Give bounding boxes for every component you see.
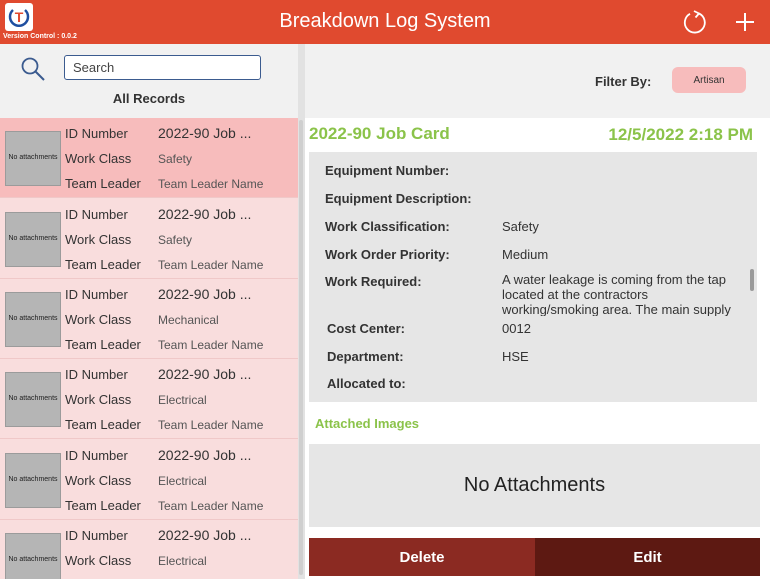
records-list[interactable]: No attachments ID Number 2022-90 Job ...… bbox=[0, 118, 298, 579]
record-id: 2022-90 Job ... bbox=[158, 125, 252, 141]
record-thumbnail: No attachments bbox=[5, 292, 61, 347]
id-label: ID Number bbox=[65, 207, 128, 222]
record-work-class: Electrical bbox=[158, 393, 207, 407]
add-record-button[interactable] bbox=[731, 8, 759, 36]
record-id: 2022-90 Job ... bbox=[158, 527, 252, 543]
work-class-label: Work Class bbox=[65, 553, 132, 568]
record-work-class: Safety bbox=[158, 233, 193, 247]
record-thumbnail: No attachments bbox=[5, 453, 61, 508]
app-header: T Version Control : 0.0.2 Breakdown Log … bbox=[0, 0, 770, 44]
record-id: 2022-90 Job ... bbox=[158, 447, 252, 463]
record-team-leader: Team Leader Name bbox=[158, 499, 264, 513]
work-order-priority-value: Medium bbox=[502, 247, 549, 262]
record-work-class: Mechanical bbox=[158, 313, 219, 327]
version-label: Version Control : 0.0.2 bbox=[3, 33, 77, 40]
record-id: 2022-90 Job ... bbox=[158, 286, 252, 302]
record-row[interactable]: No attachments ID Number 2022-90 Job ...… bbox=[0, 118, 298, 198]
allocated-to-label: Allocated to: bbox=[327, 376, 406, 391]
job-details-panel: Equipment Number: Equipment Description:… bbox=[309, 152, 757, 402]
record-work-class: Electrical bbox=[158, 554, 207, 568]
record-thumbnail: No attachments bbox=[5, 533, 61, 579]
team-leader-label: Team Leader bbox=[65, 337, 141, 352]
work-required-scrollbar[interactable] bbox=[750, 269, 754, 291]
record-row[interactable]: No attachments ID Number 2022-90 Job ...… bbox=[0, 440, 298, 520]
work-class-label: Work Class bbox=[65, 392, 132, 407]
record-row[interactable]: No attachments ID Number 2022-90 Job ...… bbox=[0, 279, 298, 359]
team-leader-label: Team Leader bbox=[65, 498, 141, 513]
refresh-icon bbox=[683, 10, 706, 34]
record-thumbnail: No attachments bbox=[5, 212, 61, 267]
record-thumbnail: No attachments bbox=[5, 131, 61, 186]
record-work-class: Safety bbox=[158, 152, 193, 166]
record-team-leader: Team Leader Name bbox=[158, 418, 264, 432]
search-panel: All Records bbox=[0, 44, 298, 118]
plus-icon bbox=[736, 13, 754, 31]
attachments-gallery: No Attachments bbox=[309, 444, 760, 527]
id-label: ID Number bbox=[65, 367, 128, 382]
work-required-label: Work Required: bbox=[325, 274, 422, 289]
record-team-leader: Team Leader Name bbox=[158, 258, 264, 272]
record-team-leader: Team Leader Name bbox=[158, 177, 264, 191]
attached-images-title: Attached Images bbox=[315, 416, 420, 431]
record-row[interactable]: No attachments ID Number 2022-90 Job ...… bbox=[0, 359, 298, 439]
record-row[interactable]: No attachments ID Number 2022-90 Job ...… bbox=[0, 520, 298, 579]
edit-button[interactable]: Edit bbox=[535, 538, 760, 576]
no-attachments-text: No Attachments bbox=[463, 474, 606, 496]
team-leader-label: Team Leader bbox=[65, 176, 141, 191]
work-class-label: Work Class bbox=[65, 312, 132, 327]
record-team-leader: Team Leader Name bbox=[158, 338, 264, 352]
delete-button[interactable]: Delete bbox=[309, 538, 535, 576]
filter-dropdown[interactable]: Artisan bbox=[672, 67, 746, 93]
work-class-label: Work Class bbox=[65, 151, 132, 166]
work-classification-label: Work Classification: bbox=[325, 219, 450, 234]
id-label: ID Number bbox=[65, 448, 128, 463]
list-title: All Records bbox=[112, 91, 186, 106]
department-label: Department: bbox=[327, 349, 404, 364]
id-label: ID Number bbox=[65, 126, 128, 141]
filter-panel: Filter By: Artisan bbox=[305, 44, 770, 118]
record-id: 2022-90 Job ... bbox=[158, 206, 252, 222]
department-value: HSE bbox=[502, 349, 529, 364]
work-class-label: Work Class bbox=[65, 473, 132, 488]
work-class-label: Work Class bbox=[65, 232, 132, 247]
job-card-date: 12/5/2022 2:18 PM bbox=[608, 125, 753, 144]
refresh-button[interactable] bbox=[681, 8, 709, 36]
record-thumbnail: No attachments bbox=[5, 372, 61, 427]
list-scrollbar[interactable] bbox=[299, 120, 303, 575]
filter-label: Filter By: bbox=[595, 74, 652, 89]
equipment-description-label: Equipment Description: bbox=[325, 191, 472, 206]
team-leader-label: Team Leader bbox=[65, 417, 141, 432]
job-card-title: 2022-90 Job Card bbox=[309, 124, 450, 143]
record-id: 2022-90 Job ... bbox=[158, 366, 252, 382]
work-classification-value: Safety bbox=[502, 219, 539, 234]
equipment-number-label: Equipment Number: bbox=[325, 163, 450, 178]
team-leader-label: Team Leader bbox=[65, 257, 141, 272]
cost-center-label: Cost Center: bbox=[327, 321, 406, 336]
cost-center-value: 0012 bbox=[502, 321, 531, 336]
id-label: ID Number bbox=[65, 287, 128, 302]
id-label: ID Number bbox=[65, 528, 128, 543]
search-icon[interactable] bbox=[20, 56, 46, 82]
app-title: Breakdown Log System bbox=[279, 10, 491, 32]
search-input[interactable] bbox=[64, 55, 261, 80]
work-required-value: A water leakage is coming from the tap l… bbox=[502, 272, 731, 316]
record-row[interactable]: No attachments ID Number 2022-90 Job ...… bbox=[0, 199, 298, 279]
record-work-class: Electrical bbox=[158, 474, 207, 488]
work-order-priority-label: Work Order Priority: bbox=[325, 247, 450, 262]
